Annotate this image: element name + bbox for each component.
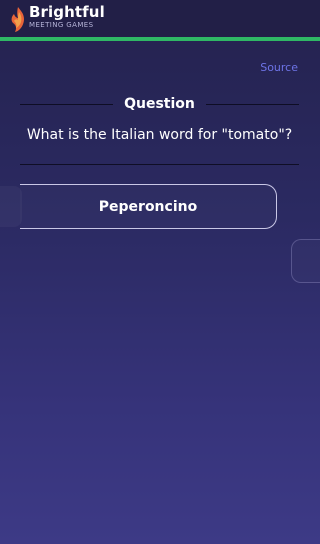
flame-logo-icon [11, 7, 24, 32]
next-card-peek[interactable] [291, 239, 320, 283]
answer-option-label: Peperoncino [98, 198, 198, 215]
brand-name: Brightful [29, 3, 105, 21]
brand-tagline: MEETING GAMES [29, 21, 94, 29]
source-link[interactable]: Source [260, 61, 298, 74]
question-text: What is the Italian word for "tomato"? [26, 127, 293, 143]
heading-rule-left [20, 103, 114, 105]
timer-progress-bar [0, 37, 320, 41]
app-header: Brightful MEETING GAMES [0, 0, 320, 37]
question-divider [20, 164, 299, 165]
previous-card-peek [0, 186, 22, 227]
brand-logo[interactable]: Brightful MEETING GAMES [9, 4, 105, 33]
question-heading: Question [20, 92, 299, 116]
timer-progress-fill [0, 37, 320, 41]
heading-rule-right [205, 103, 299, 105]
question-heading-label: Question [124, 96, 195, 112]
answer-option-card[interactable]: Peperoncino [20, 184, 277, 229]
